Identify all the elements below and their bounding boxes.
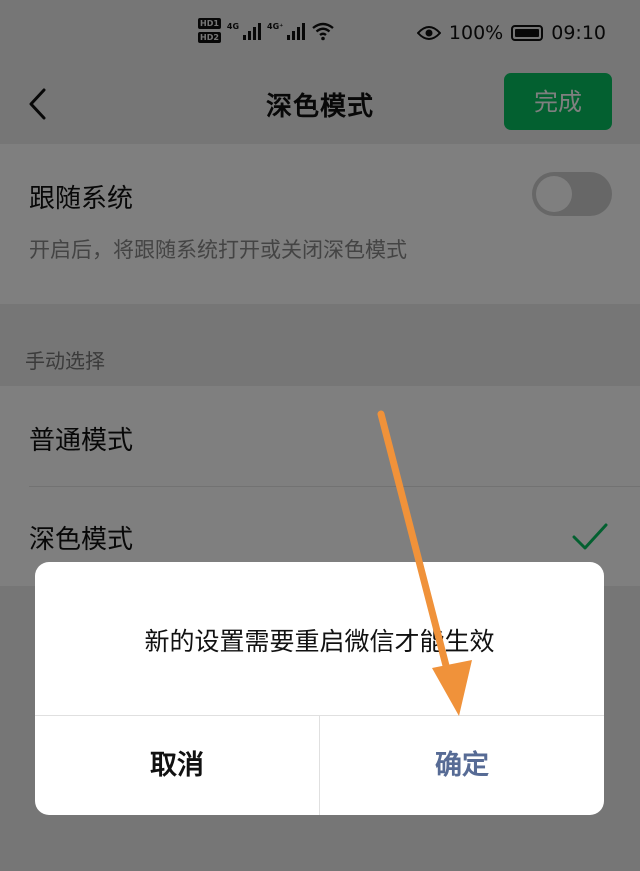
confirm-button[interactable]: 确定 bbox=[320, 716, 604, 815]
dialog-message: 新的设置需要重启微信才能生效 bbox=[144, 627, 495, 656]
cancel-button[interactable]: 取消 bbox=[35, 716, 319, 815]
restart-dialog: 新的设置需要重启微信才能生效 取消 确定 bbox=[35, 562, 604, 815]
